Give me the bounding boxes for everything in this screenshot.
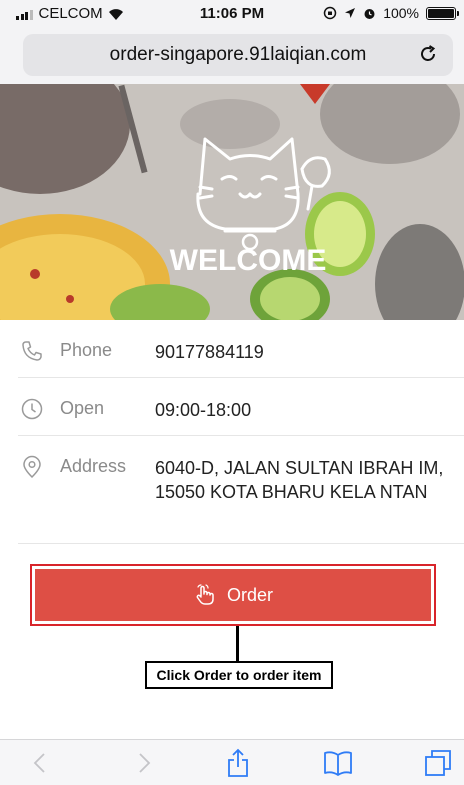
- open-label: Open: [60, 398, 105, 418]
- url-text: order-singapore.91laiqian.com: [109, 44, 367, 65]
- phone-value[interactable]: 90177884119: [155, 320, 464, 364]
- order-button-label: Order: [226, 584, 273, 605]
- callout-annotation: Click Order to order item: [145, 661, 333, 689]
- tabs-button[interactable]: [422, 748, 454, 778]
- address-label: Address: [60, 456, 127, 476]
- order-button-highlight: Order: [30, 564, 436, 626]
- order-button[interactable]: Order: [35, 569, 431, 621]
- welcome-text: WELCOME: [170, 244, 327, 277]
- clock-icon: [18, 395, 46, 423]
- address-value: 6040-D, JALAN SULTAN IBRAH IM, 15050 KOT…: [155, 458, 444, 502]
- share-icon: [228, 748, 248, 777]
- forward-button[interactable]: [128, 748, 160, 778]
- hand-pointer-icon: [196, 584, 214, 605]
- status-right: 100%: [323, 5, 459, 21]
- browser-header: order-singapore.91laiqian.com: [0, 28, 464, 84]
- back-button[interactable]: [24, 748, 56, 778]
- url-bar[interactable]: order-singapore.91laiqian.com: [23, 34, 453, 76]
- phone-icon: [18, 337, 46, 365]
- book-icon: [324, 751, 352, 776]
- chevron-left-icon: [33, 753, 45, 773]
- phone-label: Phone: [60, 340, 113, 360]
- callout-line: [236, 626, 239, 662]
- screen-lock-icon: [323, 6, 337, 20]
- info-row-open: Open 09:00-18:00: [18, 378, 464, 436]
- info-row-address: Address 6040-D, JALAN SULTAN IBRAH IM, 1…: [18, 436, 464, 544]
- browser-toolbar: [0, 739, 464, 785]
- info-row-phone: Phone 90177884119: [18, 320, 464, 378]
- store-info: Phone 90177884119 Open 09:00-18:00 Addre…: [0, 320, 464, 544]
- open-value: 09:00-18:00: [155, 400, 252, 420]
- reload-icon[interactable]: [417, 43, 439, 65]
- bookmarks-button[interactable]: [322, 748, 354, 778]
- alarm-icon: [364, 8, 375, 19]
- hero-banner: WELCOME: [0, 84, 464, 320]
- location-icon: [345, 8, 356, 18]
- battery-icon: [426, 6, 459, 20]
- location-pin-icon: [18, 453, 46, 481]
- share-button[interactable]: [222, 748, 254, 778]
- battery-percentage: 100%: [383, 5, 419, 21]
- status-bar: CELCOM 11:06 PM 100%: [0, 0, 464, 28]
- chevron-right-icon: [139, 753, 151, 773]
- hero-illustration: WELCOME: [0, 84, 464, 320]
- tabs-icon: [425, 750, 451, 776]
